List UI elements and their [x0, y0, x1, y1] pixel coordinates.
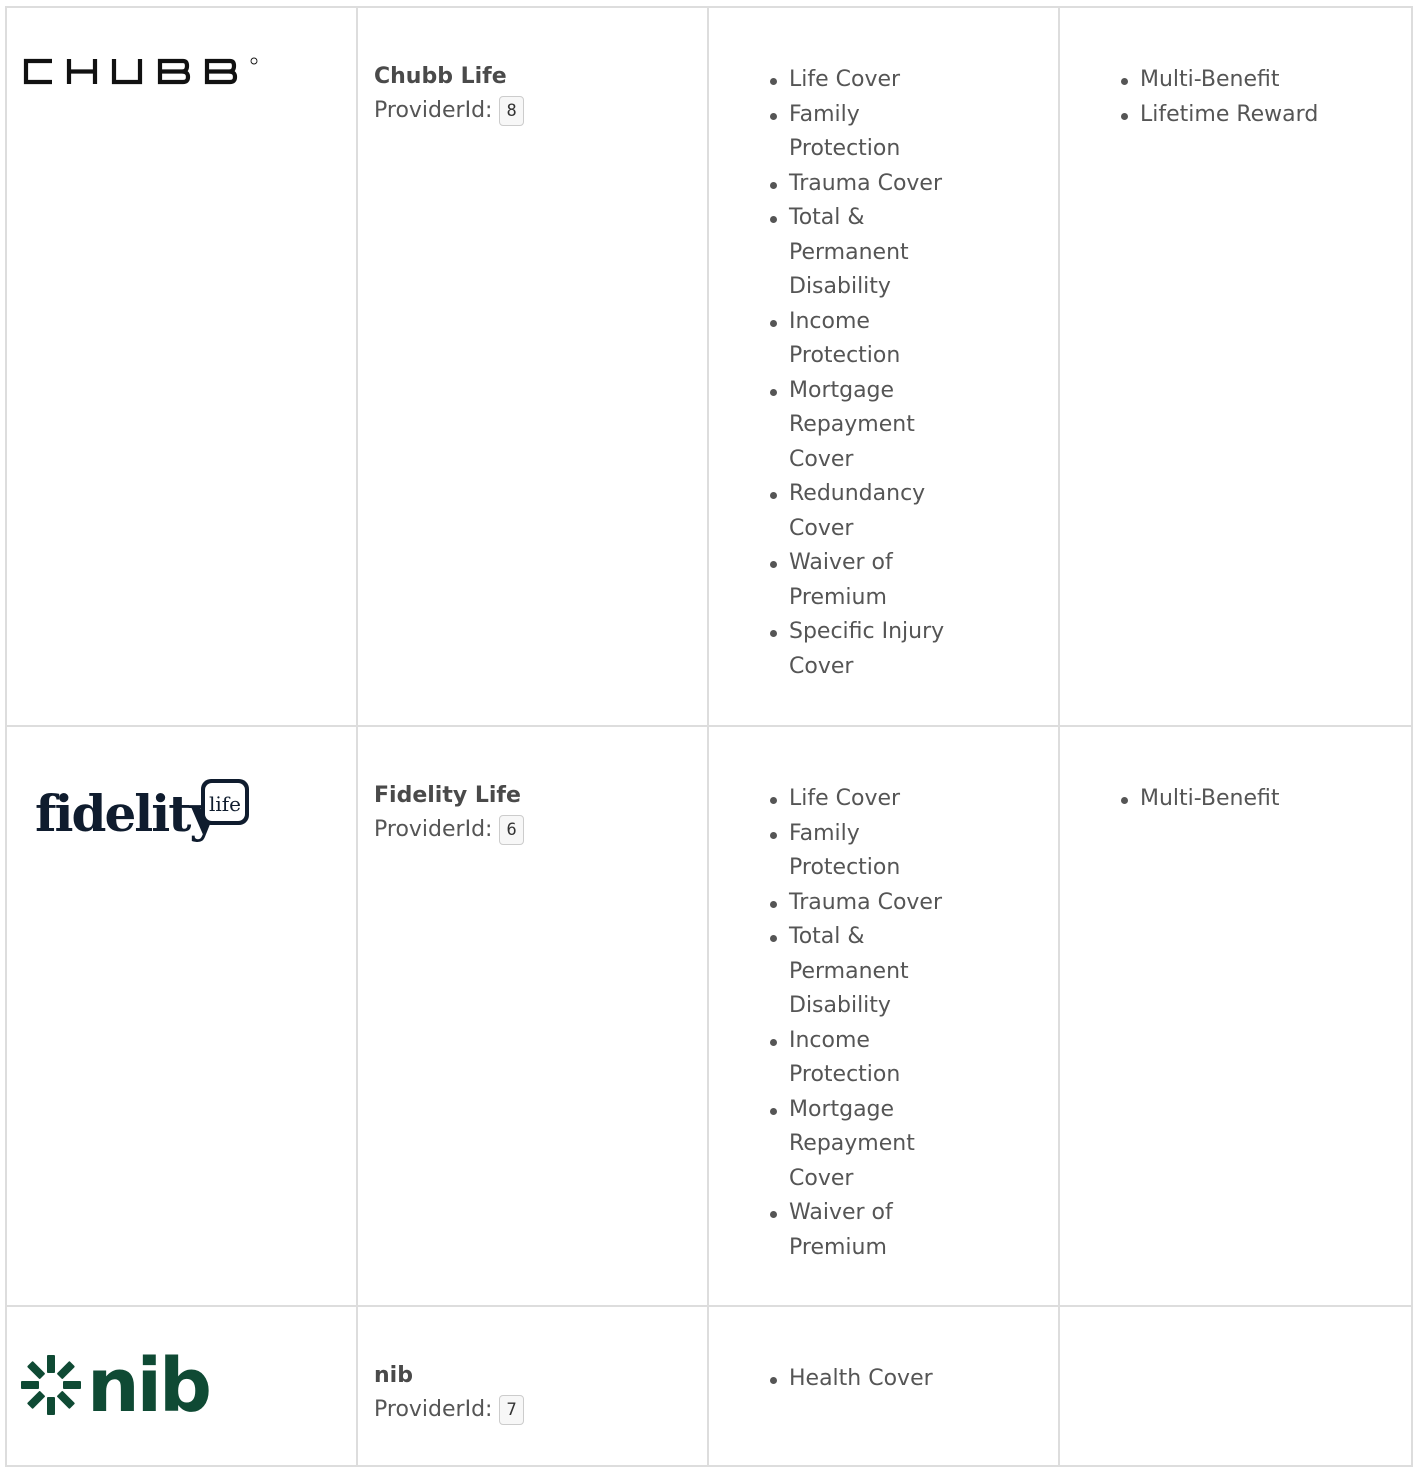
- table-row: fidelity life Fidelity Life ProviderId: …: [5, 725, 1413, 1307]
- provider-name: nib: [374, 1363, 413, 1388]
- products-cell: Multi-Benefit Lifetime Reward: [1058, 6, 1413, 727]
- benefits-list: Life Cover Family Protection Trauma Cove…: [769, 782, 959, 1265]
- list-item: Income Protection: [769, 305, 959, 374]
- products-cell: [1058, 1305, 1413, 1467]
- benefits-cell: Life Cover Family Protection Trauma Cove…: [707, 6, 1060, 727]
- products-list: Multi-Benefit Lifetime Reward: [1120, 63, 1411, 132]
- list-item: Lifetime Reward: [1120, 98, 1411, 133]
- list-item: Life Cover: [769, 63, 959, 98]
- list-item: Waiver of Premium: [769, 546, 959, 615]
- benefits-list: Life Cover Family Protection Trauma Cove…: [769, 63, 959, 684]
- provider-id-label: ProviderId:: [374, 98, 493, 123]
- list-item: Multi-Benefit: [1120, 782, 1411, 817]
- list-item: Trauma Cover: [769, 167, 959, 202]
- nib-logo: nib: [21, 1343, 221, 1429]
- provider-id-badge: 7: [499, 1395, 524, 1425]
- provider-id-label: ProviderId:: [374, 817, 493, 842]
- provider-name: Chubb Life: [374, 64, 507, 89]
- benefits-cell: Health Cover: [707, 1305, 1060, 1467]
- list-item: Multi-Benefit: [1120, 63, 1411, 98]
- provider-id-badge: 6: [499, 815, 524, 845]
- provider-id-label: ProviderId:: [374, 1397, 493, 1422]
- benefits-cell: Life Cover Family Protection Trauma Cove…: [707, 725, 1060, 1307]
- list-item: Family Protection: [769, 98, 959, 167]
- provider-name-cell: Chubb Life ProviderId: 8: [356, 6, 709, 727]
- provider-id-row: ProviderId: 8: [374, 94, 691, 128]
- fidelity-life-logo: fidelity life: [23, 773, 255, 857]
- list-item: Redundancy Cover: [769, 477, 959, 546]
- table-row: nib nib ProviderId: 7 Health Cover: [5, 1305, 1413, 1467]
- svg-text:fidelity: fidelity: [35, 784, 220, 843]
- table-row: Chubb Life ProviderId: 8 Life Cover Fami…: [5, 6, 1413, 727]
- list-item: Waiver of Premium: [769, 1196, 959, 1265]
- products-cell: Multi-Benefit: [1058, 725, 1413, 1307]
- provider-name-cell: nib ProviderId: 7: [356, 1305, 709, 1467]
- logo-cell: nib: [5, 1305, 358, 1467]
- provider-id-row: ProviderId: 6: [374, 813, 691, 847]
- list-item: Mortgage Repayment Cover: [769, 1093, 959, 1197]
- logo-cell: fidelity life: [5, 725, 358, 1307]
- list-item: Life Cover: [769, 782, 959, 817]
- list-item: Income Protection: [769, 1024, 959, 1093]
- chubb-logo: [23, 56, 259, 92]
- provider-name: Fidelity Life: [374, 783, 521, 808]
- list-item: Total & Permanent Disability: [769, 920, 959, 1024]
- logo-cell: [5, 6, 358, 727]
- list-item: Health Cover: [769, 1362, 959, 1397]
- svg-text:life: life: [209, 792, 241, 816]
- list-item: Specific Injury Cover: [769, 615, 959, 684]
- provider-id-badge: 8: [499, 96, 524, 126]
- svg-text:nib: nib: [87, 1347, 209, 1423]
- provider-id-row: ProviderId: 7: [374, 1393, 691, 1427]
- providers-table: Chubb Life ProviderId: 8 Life Cover Fami…: [5, 6, 1413, 1467]
- provider-name-cell: Fidelity Life ProviderId: 6: [356, 725, 709, 1307]
- products-list: Multi-Benefit: [1120, 782, 1411, 817]
- list-item: Total & Permanent Disability: [769, 201, 959, 305]
- list-item: Mortgage Repayment Cover: [769, 374, 959, 478]
- list-item: Trauma Cover: [769, 886, 959, 921]
- benefits-list: Health Cover: [769, 1362, 959, 1397]
- list-item: Family Protection: [769, 817, 959, 886]
